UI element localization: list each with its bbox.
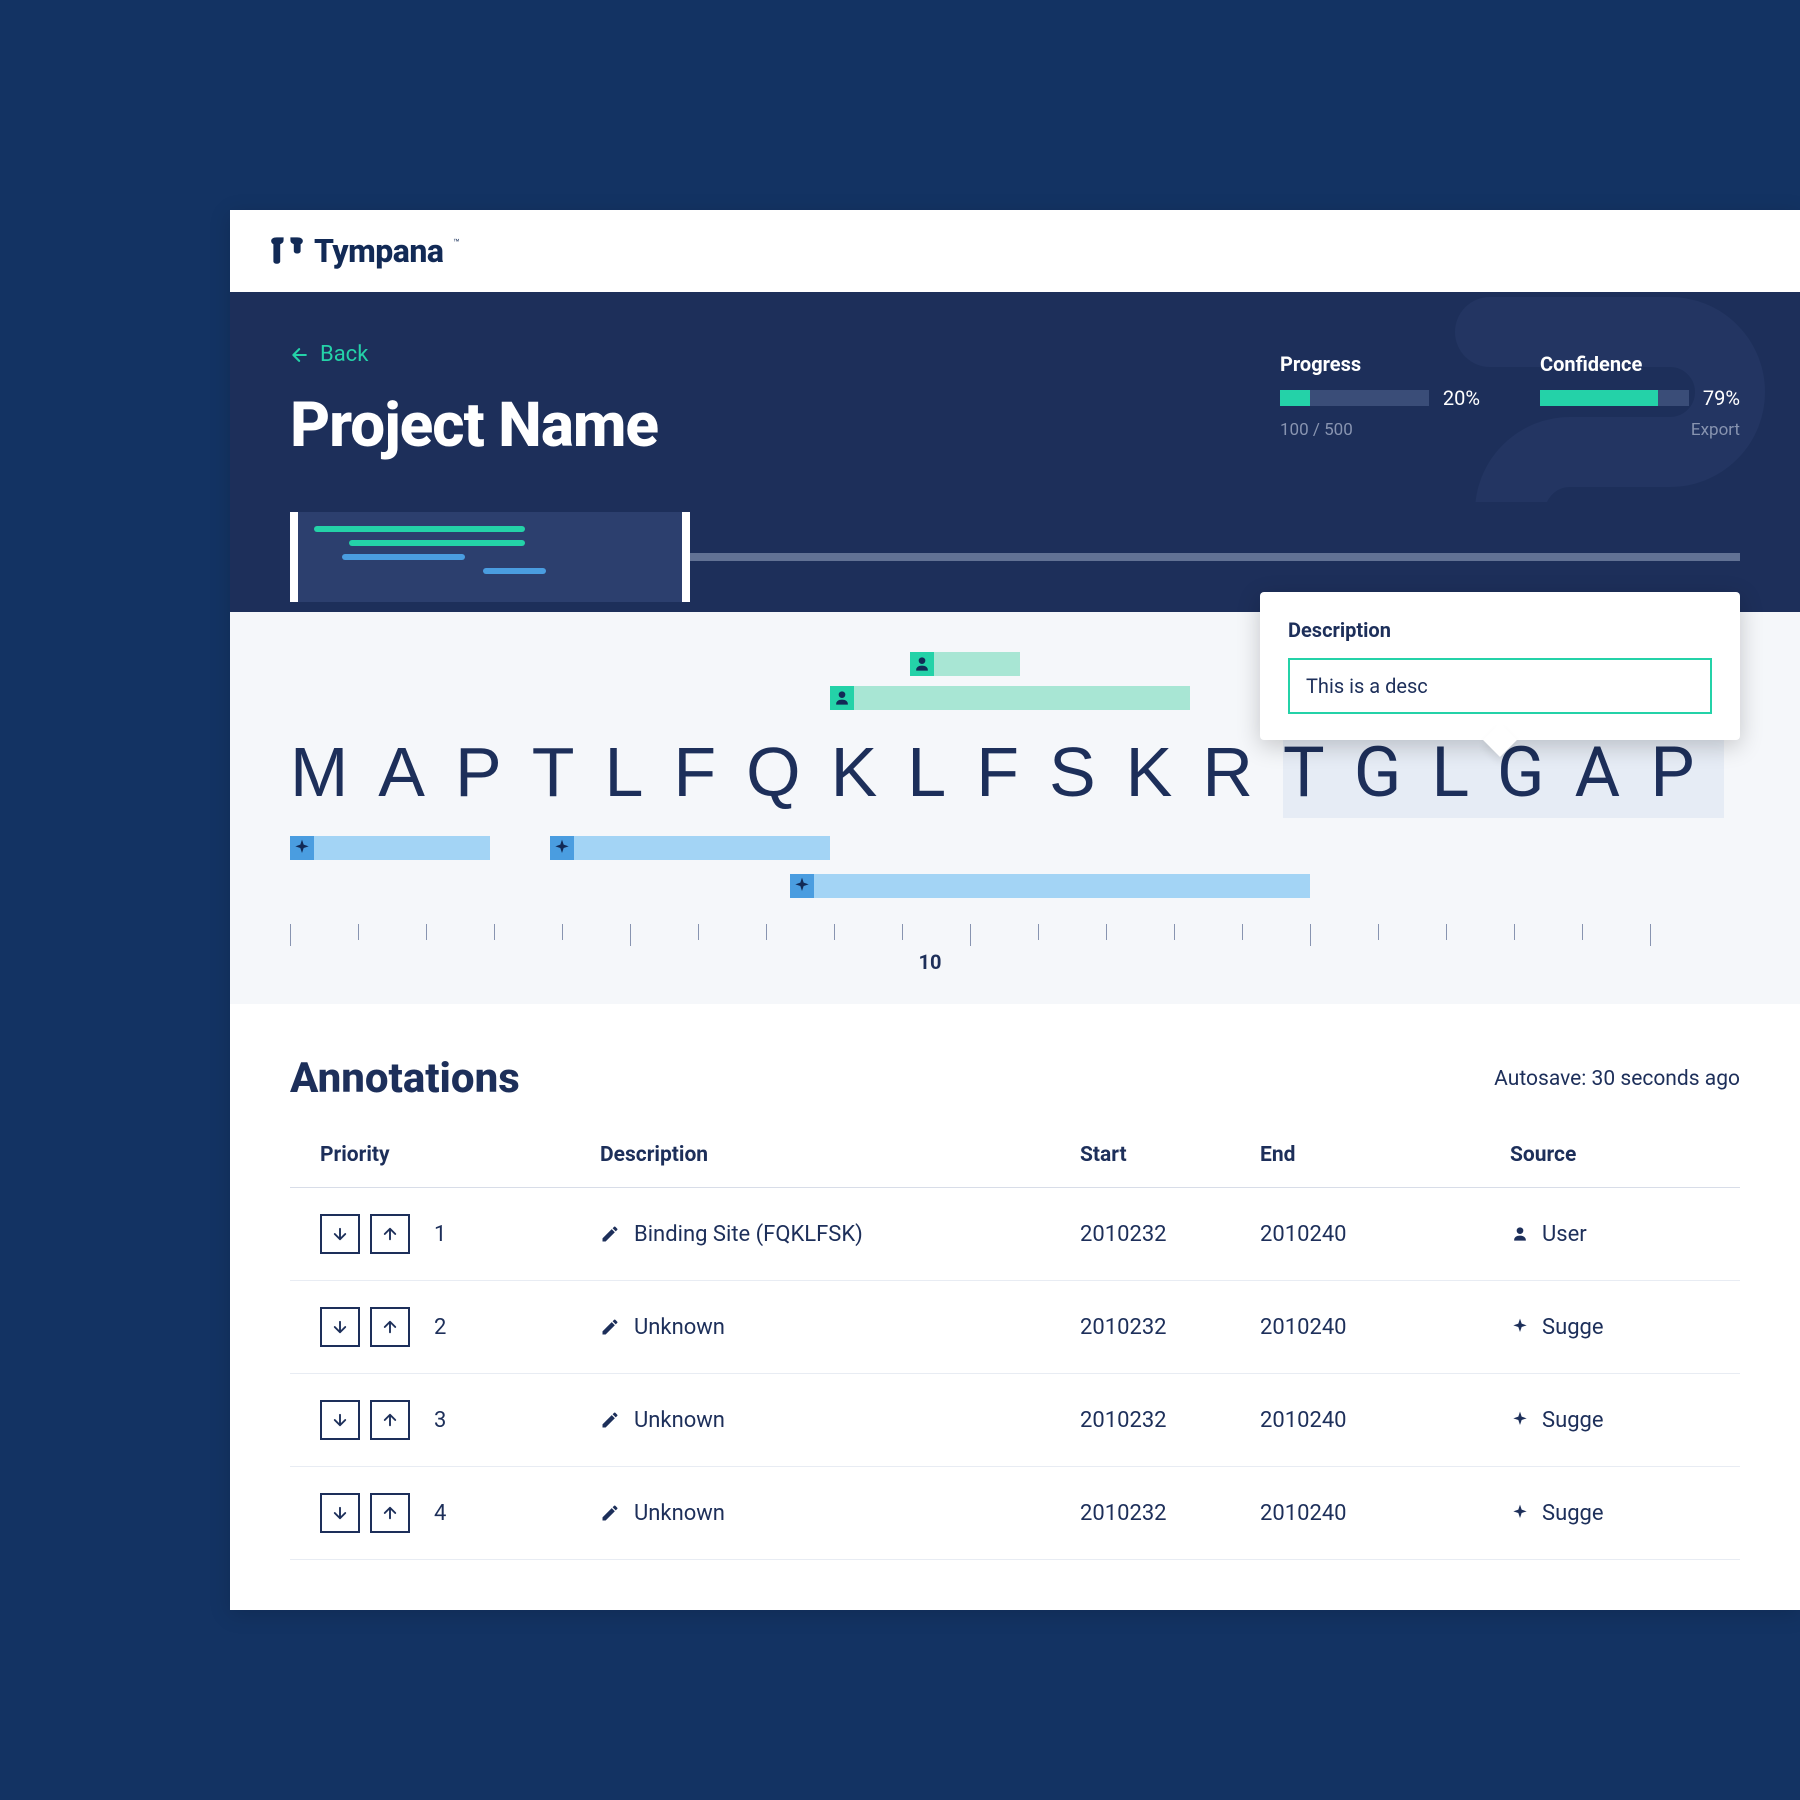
arrow-left-icon [290, 345, 310, 365]
user-annotation-marker[interactable] [830, 686, 1190, 710]
priority-up-button[interactable] [370, 1493, 410, 1533]
progress-label: Progress [1280, 352, 1480, 376]
progress-percent: 20% [1443, 386, 1480, 410]
user-icon [1510, 1224, 1530, 1244]
edit-icon [600, 1224, 620, 1244]
app-window: Tympana ™ Back Project Name Progress 20%… [230, 210, 1800, 1610]
row-start: 2010232 [1080, 1315, 1260, 1340]
confidence-bar [1540, 390, 1689, 406]
export-link[interactable]: Export [1691, 420, 1740, 440]
minimap-viewport[interactable] [290, 512, 690, 602]
autosave-status: Autosave: 30 seconds ago [1494, 1067, 1740, 1091]
sparkle-icon [552, 838, 572, 858]
metrics-panel: Progress 20% 100 / 500 Confidence 79% Ex… [1280, 352, 1740, 440]
confidence-percent: 79% [1703, 386, 1740, 410]
row-end: 2010240 [1260, 1501, 1510, 1526]
description-popover: Description [1260, 592, 1740, 740]
row-description[interactable]: Unknown [634, 1408, 725, 1433]
edit-icon [600, 1503, 620, 1523]
progress-bar [1280, 390, 1429, 406]
row-source: User [1542, 1222, 1587, 1247]
col-header-source: Source [1510, 1143, 1710, 1167]
user-icon [912, 654, 932, 674]
priority-down-button[interactable] [320, 1307, 360, 1347]
sequence-ruler: 10 [290, 924, 1740, 974]
row-description[interactable]: Unknown [634, 1501, 725, 1526]
timeline-scrubber[interactable] [690, 553, 1740, 561]
row-start: 2010232 [1080, 1501, 1260, 1526]
annotations-table: Priority Description Start End Source 1 … [290, 1143, 1740, 1560]
row-end: 2010240 [1260, 1315, 1510, 1340]
progress-metric: Progress 20% 100 / 500 [1280, 352, 1480, 440]
col-header-end: End [1260, 1143, 1510, 1167]
sparkle-icon [792, 876, 812, 896]
row-description[interactable]: Unknown [634, 1315, 725, 1340]
edit-icon [600, 1410, 620, 1430]
topbar: Tympana ™ [230, 210, 1800, 292]
row-description[interactable]: Binding Site (FQKLFSK) [634, 1222, 863, 1247]
priority-value: 2 [434, 1315, 446, 1340]
user-annotation-marker[interactable] [910, 652, 1020, 676]
trademark-icon: ™ [453, 238, 459, 249]
row-start: 2010232 [1080, 1222, 1260, 1247]
suggested-annotation-marker[interactable] [290, 836, 490, 860]
ruler-tick-label: 10 [919, 950, 942, 974]
description-input[interactable] [1288, 658, 1712, 714]
table-row: 2 Unknown 2010232 2010240 Sugge [290, 1281, 1740, 1374]
suggested-annotation-marker[interactable] [790, 874, 1310, 898]
logo-mark-icon [270, 234, 304, 268]
table-row: 4 Unknown 2010232 2010240 Sugge [290, 1467, 1740, 1560]
row-end: 2010240 [1260, 1222, 1510, 1247]
brand-logo[interactable]: Tympana ™ [270, 232, 460, 270]
sparkle-icon [1510, 1503, 1530, 1523]
priority-value: 3 [434, 1408, 446, 1433]
user-icon [832, 688, 852, 708]
progress-count: 100 / 500 [1280, 420, 1353, 440]
table-row: 1 Binding Site (FQKLFSK) 2010232 2010240… [290, 1188, 1740, 1281]
col-header-start: Start [1080, 1143, 1260, 1167]
sparkle-icon [292, 838, 312, 858]
sequence-viewer: Description MAPTLFQKLFSKRTGLGAP [230, 612, 1800, 1004]
popover-title: Description [1288, 618, 1712, 642]
sparkle-icon [1510, 1410, 1530, 1430]
row-source: Sugge [1542, 1501, 1604, 1526]
priority-down-button[interactable] [320, 1400, 360, 1440]
row-source: Sugge [1542, 1315, 1604, 1340]
priority-down-button[interactable] [320, 1493, 360, 1533]
priority-up-button[interactable] [370, 1214, 410, 1254]
priority-up-button[interactable] [370, 1400, 410, 1440]
priority-down-button[interactable] [320, 1214, 360, 1254]
edit-icon [600, 1317, 620, 1337]
row-source: Sugge [1542, 1408, 1604, 1433]
confidence-metric: Confidence 79% Export [1540, 352, 1740, 440]
row-end: 2010240 [1260, 1408, 1510, 1433]
suggested-annotation-marker[interactable] [550, 836, 830, 860]
brand-name: Tympana [314, 232, 443, 270]
priority-value: 1 [434, 1222, 446, 1247]
annotations-section: Annotations Autosave: 30 seconds ago Pri… [230, 1004, 1800, 1610]
col-header-description: Description [600, 1143, 1080, 1167]
sequence-text[interactable]: MAPTLFQKLFSKRTGLGAP [290, 732, 1740, 814]
col-header-priority: Priority [320, 1143, 600, 1167]
row-start: 2010232 [1080, 1408, 1260, 1433]
priority-up-button[interactable] [370, 1307, 410, 1347]
back-label: Back [320, 342, 368, 367]
confidence-label: Confidence [1540, 352, 1740, 376]
table-row: 3 Unknown 2010232 2010240 Sugge [290, 1374, 1740, 1467]
project-header: Back Project Name Progress 20% 100 / 500… [230, 292, 1800, 502]
annotations-title: Annotations [290, 1054, 520, 1103]
sparkle-icon [1510, 1317, 1530, 1337]
priority-value: 4 [434, 1501, 446, 1526]
